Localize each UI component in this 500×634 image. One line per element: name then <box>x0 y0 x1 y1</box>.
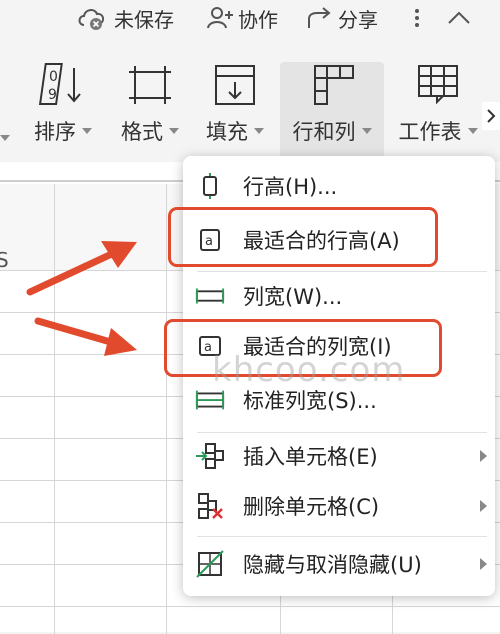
menu-item-label: 列宽(W)... <box>243 285 343 309</box>
watermark: khcoo.com <box>212 350 406 390</box>
menu-separator <box>197 536 487 537</box>
menu-item-row-height[interactable]: 行高(H)... <box>183 164 495 208</box>
row-height-icon <box>195 171 225 201</box>
menu-item-insert-cells[interactable]: 插入单元格(E) <box>183 434 495 478</box>
menu-item-delete-cells[interactable]: 删除单元格(C) <box>183 484 495 528</box>
menu-item-label: 行高(H)... <box>243 175 338 199</box>
menu-item-label: 插入单元格(E) <box>243 445 378 469</box>
highlight-box-autofit-row <box>168 207 438 267</box>
arrow-to-autofit-column <box>34 317 137 356</box>
insert-cells-icon <box>195 441 225 471</box>
menu-item-column-width[interactable]: 列宽(W)... <box>183 274 495 318</box>
submenu-arrow-icon <box>480 500 487 512</box>
submenu-arrow-icon <box>480 558 487 570</box>
menu-item-label: 隐藏与取消隐藏(U) <box>243 553 422 577</box>
hide-unhide-icon <box>195 549 225 579</box>
menu-item-hide-unhide[interactable]: 隐藏与取消隐藏(U) <box>183 542 495 586</box>
menu-separator <box>197 271 487 272</box>
menu-separator <box>197 432 487 433</box>
menu-item-label: 删除单元格(C) <box>243 495 380 519</box>
delete-cells-icon <box>195 491 225 521</box>
arrow-to-autofit-row <box>26 241 137 296</box>
submenu-arrow-icon <box>480 450 487 462</box>
column-width-icon <box>195 281 225 311</box>
